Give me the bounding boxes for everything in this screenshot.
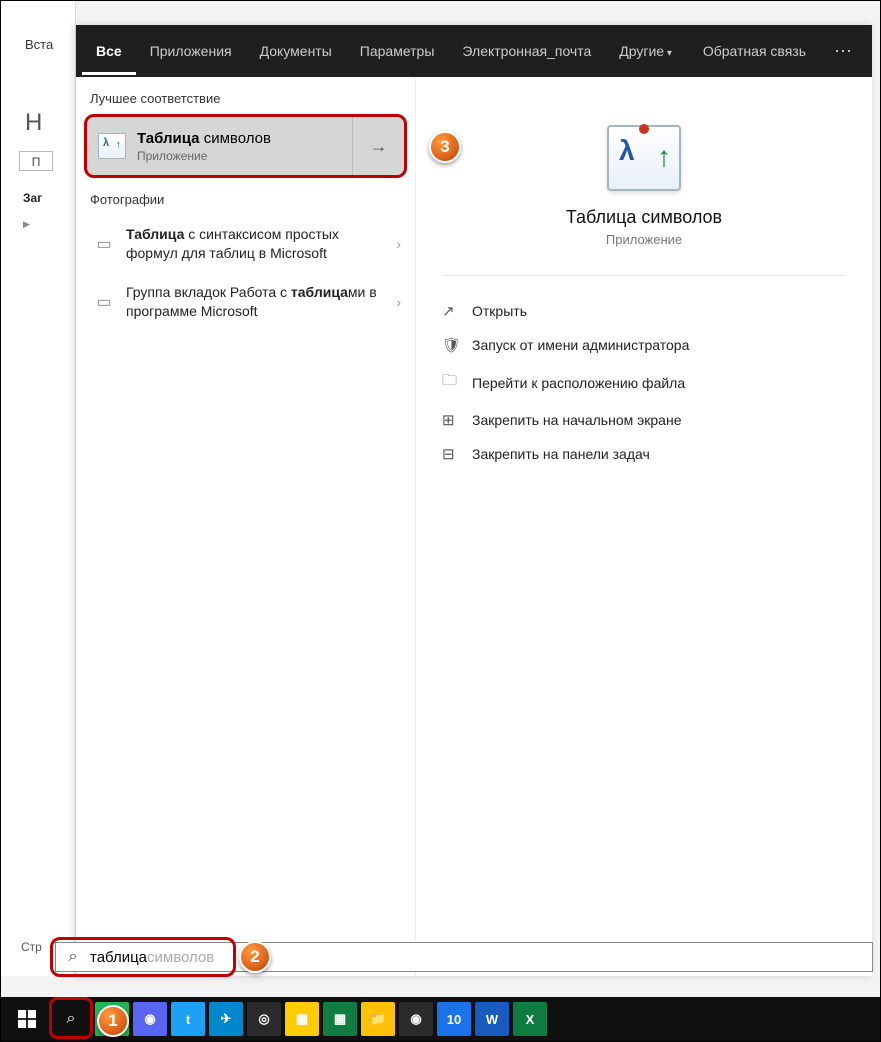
taskbar-app[interactable]: ◉ xyxy=(133,1002,167,1036)
taskbar-app[interactable]: t xyxy=(171,1002,205,1036)
tabs-overflow-button[interactable]: ⋯ xyxy=(820,41,866,62)
taskbar-app[interactable]: 10 xyxy=(437,1002,471,1036)
tab-all[interactable]: Все xyxy=(82,27,136,75)
chevron-right-icon: › xyxy=(388,294,401,310)
action-open[interactable]: ↗Открыть xyxy=(442,294,846,328)
best-match-subtitle: Приложение xyxy=(137,149,352,163)
taskbar-app[interactable]: ◉ xyxy=(399,1002,433,1036)
annotation-badge-1: 1 xyxy=(97,1005,129,1037)
pin-start-icon: ⊞ xyxy=(442,411,472,429)
feedback-link[interactable]: Обратная связь xyxy=(689,43,820,59)
bg-heading: Н xyxy=(25,109,42,137)
result-preview-pane: Таблица символов Приложение ↗Открыть 🛡За… xyxy=(416,77,872,976)
chevron-right-icon: › xyxy=(388,236,401,252)
tab-documents[interactable]: Документы xyxy=(246,27,346,75)
tab-email[interactable]: Электронная_почта xyxy=(448,27,605,75)
best-match-result[interactable]: Таблица символов Приложение → xyxy=(84,114,407,178)
preview-actions: ↗Открыть 🛡Запуск от имени администратора… xyxy=(416,276,872,489)
taskbar-app[interactable]: ✈ xyxy=(209,1002,243,1036)
preview-subtitle: Приложение xyxy=(606,232,682,247)
bg-label: Заг xyxy=(23,191,42,205)
folder-icon: 🗀 xyxy=(442,370,472,395)
tab-apps[interactable]: Приложения xyxy=(136,27,246,75)
tabs-icon: ▭ xyxy=(82,292,126,312)
search-filter-tabs: Все Приложения Документы Параметры Элект… xyxy=(76,25,872,77)
windows-logo-icon xyxy=(18,1010,36,1028)
result-item[interactable]: ▭ Таблица с синтаксисом простых формул д… xyxy=(76,215,415,273)
photos-header: Фотографии xyxy=(76,178,415,215)
admin-icon: 🛡 xyxy=(442,336,472,354)
open-icon: ↗ xyxy=(442,302,472,320)
taskbar-search-button[interactable]: ⌕ xyxy=(49,997,93,1041)
bg-triangle: ▶ xyxy=(23,219,30,230)
search-typed-text: таблица xyxy=(90,949,147,966)
bg-status: Стр xyxy=(21,940,42,954)
result-text: Таблица с синтаксисом простых формул для… xyxy=(126,225,388,263)
taskbar-app[interactable]: X xyxy=(513,1002,547,1036)
action-pin-taskbar[interactable]: ⊟Закрепить на панели задач xyxy=(442,437,846,471)
charmap-app-icon xyxy=(607,125,681,191)
action-run-as-admin[interactable]: 🛡Запуск от имени администратора xyxy=(442,328,846,362)
start-button[interactable] xyxy=(5,997,49,1041)
preview-title: Таблица символов xyxy=(566,207,722,228)
taskbar-app[interactable]: ◎ xyxy=(247,1002,281,1036)
document-icon: ▭ xyxy=(82,234,126,254)
search-suggestion-text: символов xyxy=(147,949,214,966)
taskbar-app[interactable]: ▦ xyxy=(285,1002,319,1036)
tab-more-dropdown[interactable]: Другие xyxy=(605,27,686,75)
tab-settings[interactable]: Параметры xyxy=(346,27,449,75)
action-open-file-location[interactable]: 🗀Перейти к расположению файла xyxy=(442,362,846,403)
charmap-icon xyxy=(98,133,126,159)
result-text: Группа вкладок Работа с таблицами в прог… xyxy=(126,283,388,321)
results-list: Лучшее соответствие Таблица символов При… xyxy=(76,77,416,976)
taskbar-app[interactable]: 📁 xyxy=(361,1002,395,1036)
bg-label: Вста xyxy=(25,37,53,52)
action-pin-start[interactable]: ⊞Закрепить на начальном экране xyxy=(442,403,846,437)
annotation-badge-2: 2 xyxy=(239,941,271,973)
best-match-header: Лучшее соответствие xyxy=(76,77,415,114)
annotation-badge-3: 3 xyxy=(429,131,461,163)
taskbar-app[interactable]: ▦ xyxy=(323,1002,357,1036)
pin-taskbar-icon: ⊟ xyxy=(442,445,472,463)
taskbar-app[interactable]: W xyxy=(475,1002,509,1036)
background-word-app: Вста Н П Заг ▶ Стр xyxy=(1,1,76,976)
best-match-title: Таблица символов xyxy=(137,130,352,147)
windows-search-panel: Все Приложения Документы Параметры Элект… xyxy=(76,25,872,976)
taskbar: ⌕ ●◉t✈◎▦▦📁◉10WX xyxy=(1,997,880,1041)
result-item[interactable]: ▭ Группа вкладок Работа с таблицами в пр… xyxy=(76,273,415,331)
search-icon: ⌕ xyxy=(56,948,90,966)
bg-button: П xyxy=(19,151,53,171)
expand-arrow-icon[interactable]: → xyxy=(352,117,404,175)
search-input-bar[interactable]: ⌕ таблица символов xyxy=(55,942,873,972)
